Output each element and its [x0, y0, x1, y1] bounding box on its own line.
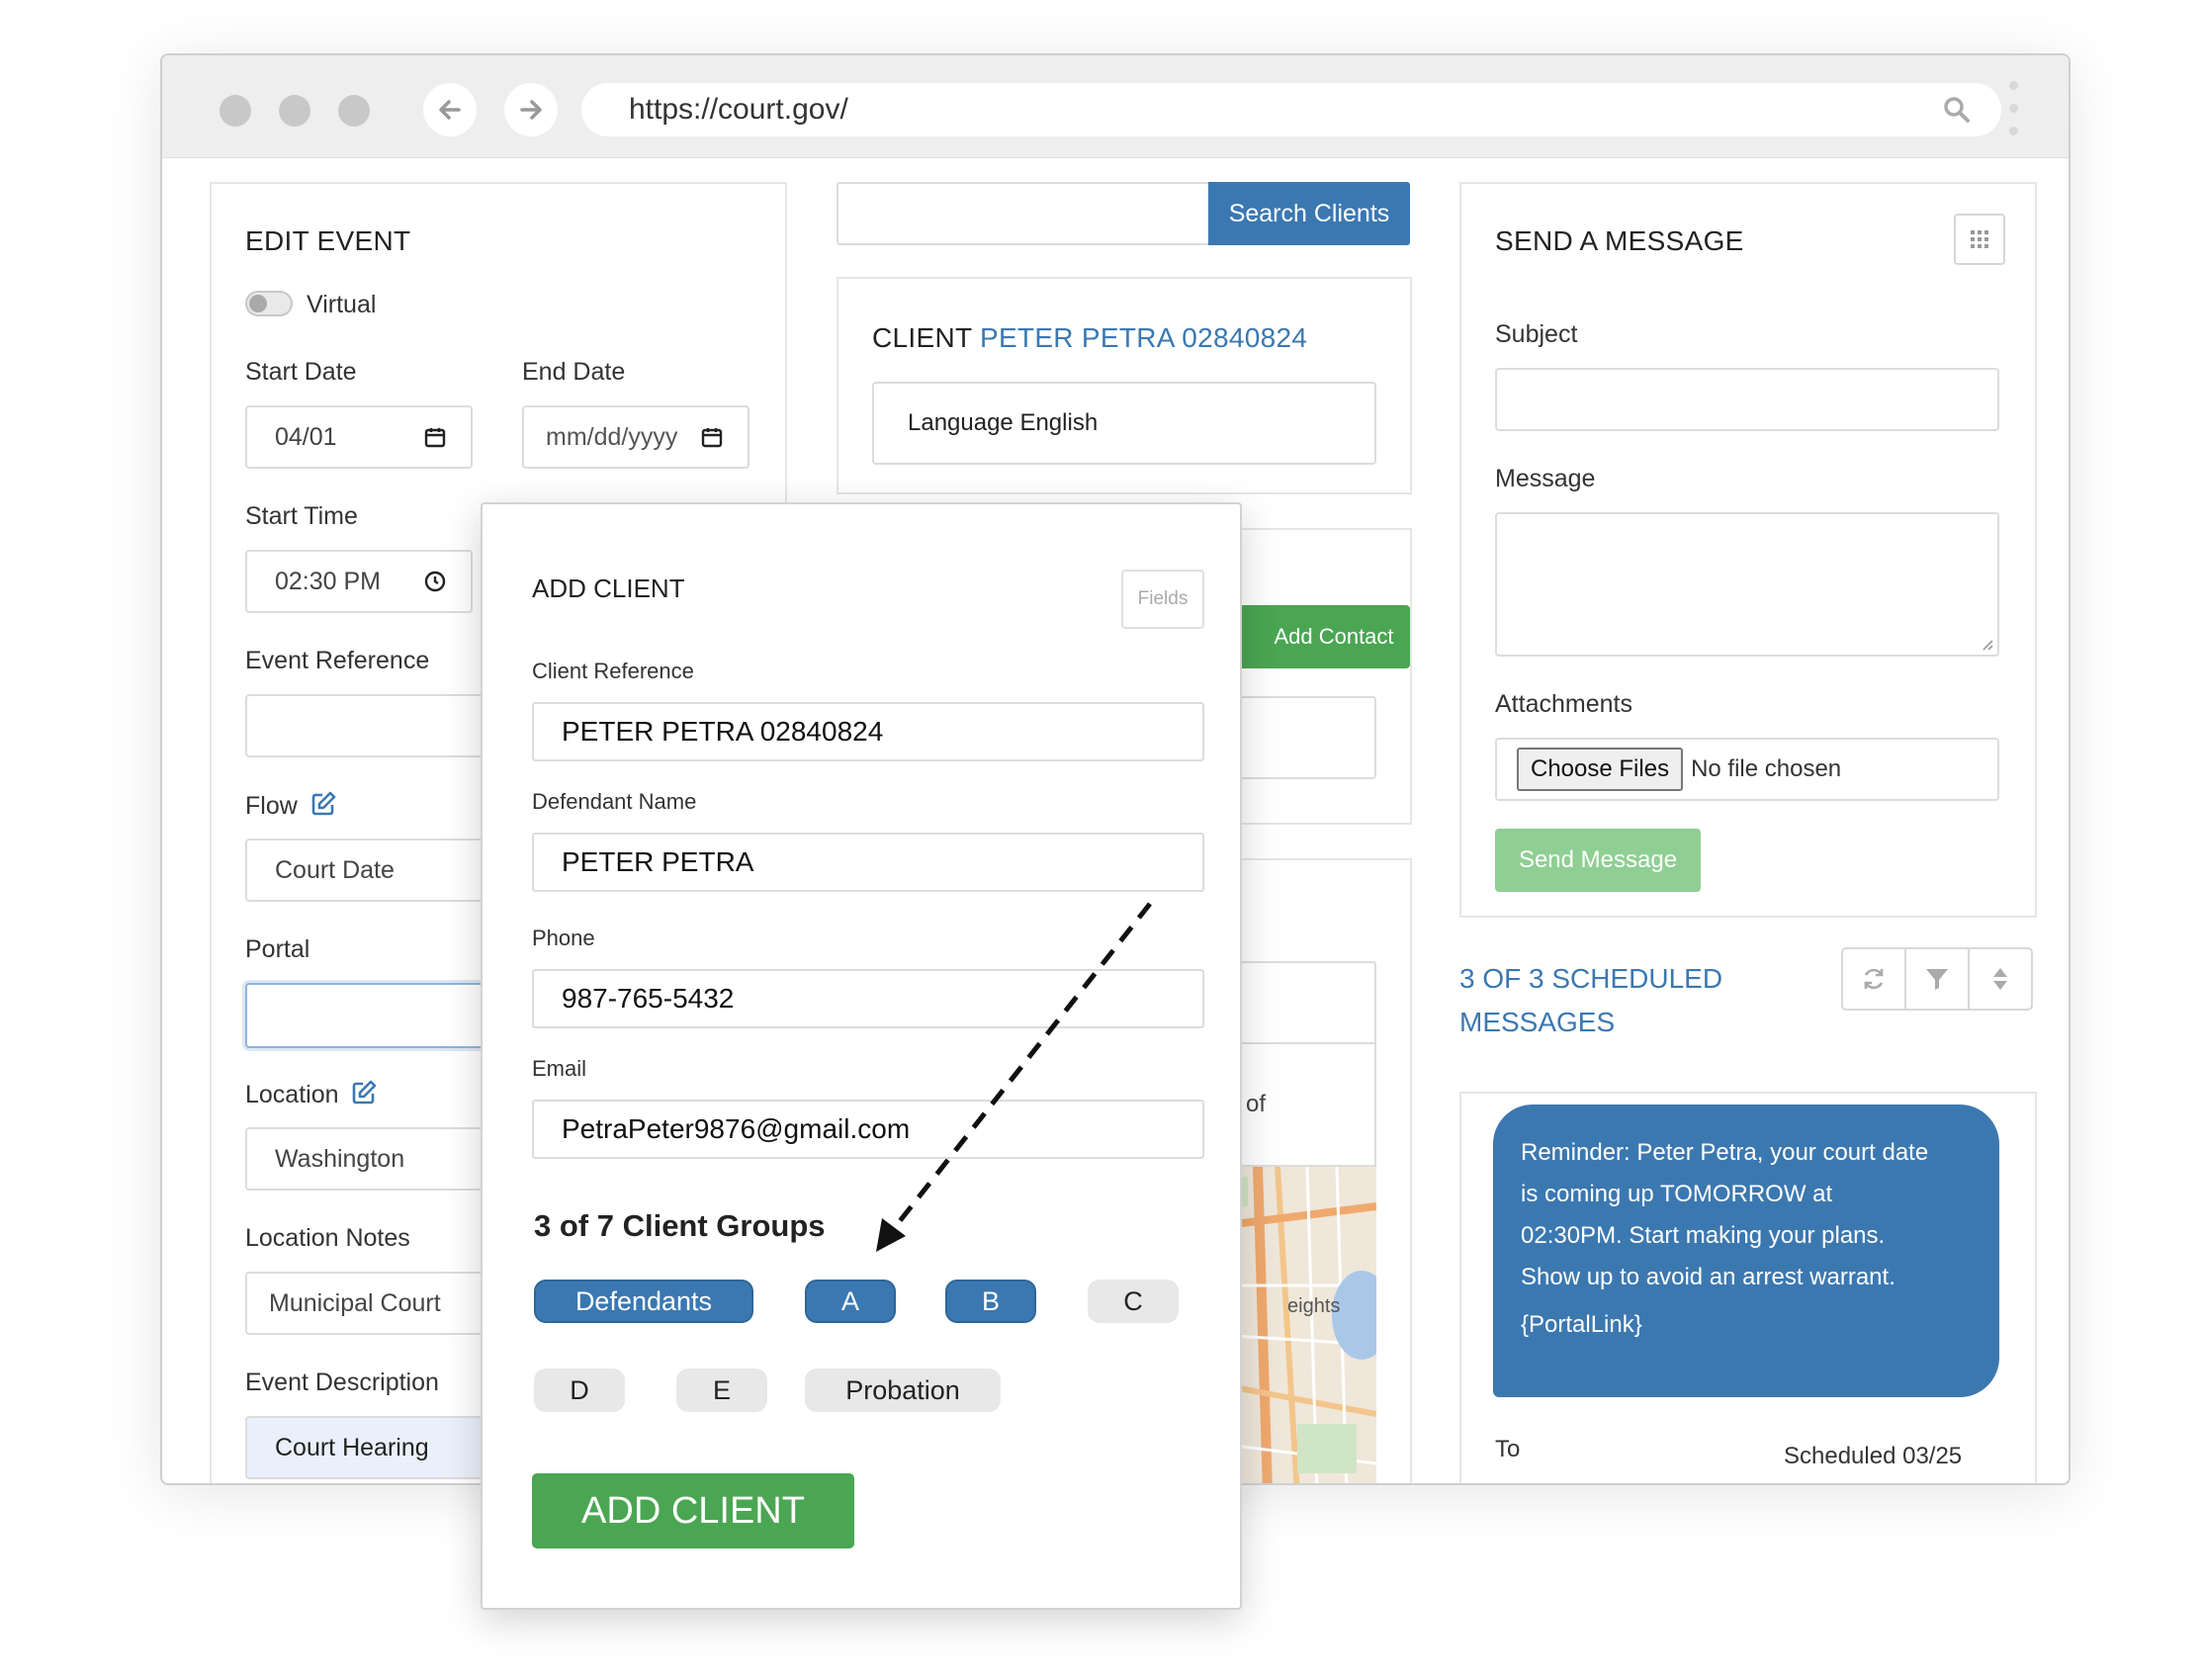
edit-icon[interactable]: [310, 791, 336, 824]
send-message-title: SEND A MESSAGE: [1495, 225, 1744, 256]
message-label: Message: [1495, 465, 1596, 492]
map-label: eights: [1287, 1295, 1341, 1317]
start-date-value: 04/01: [275, 422, 337, 451]
window-minimize-dot[interactable]: [279, 95, 310, 127]
scheduled-time: 2:30 PM EDT in 7: [1784, 1477, 1971, 1483]
grid-icon[interactable]: [1954, 214, 2005, 265]
scheduled-message-bubble[interactable]: Reminder: Peter Petra, your court date i…: [1493, 1105, 1999, 1397]
subject-label: Subject: [1495, 320, 1578, 348]
client-label: CLIENT: [872, 322, 972, 353]
browser-menu-icon[interactable]: [2007, 81, 2019, 140]
clock-icon[interactable]: [423, 570, 447, 600]
virtual-label: Virtual: [307, 291, 377, 318]
end-date-placeholder: mm/dd/yyyy: [546, 422, 678, 451]
flow-label: Flow: [245, 791, 336, 824]
add-contact-label: Add Contact: [1274, 624, 1394, 649]
add-client-modal: ADD CLIENT Fields Client Reference PETER…: [481, 502, 1242, 1610]
location-label-text: Location: [245, 1081, 339, 1109]
edit-event-title: EDIT EVENT: [245, 225, 411, 256]
scheduled-date: Scheduled 03/25: [1784, 1443, 1963, 1469]
message-textarea[interactable]: [1495, 512, 1999, 657]
client-name-link[interactable]: PETER PETRA 02840824: [980, 322, 1307, 353]
portal-link-token: {PortalLink}: [1521, 1311, 1642, 1338]
client-search-input[interactable]: [837, 182, 1214, 245]
to-label: To: [1495, 1436, 1521, 1462]
virtual-toggle[interactable]: [245, 291, 293, 316]
sort-icon[interactable]: [1970, 949, 2031, 1009]
window-maximize-dot[interactable]: [338, 95, 370, 127]
location-label: Location: [245, 1080, 377, 1112]
search-clients-button[interactable]: Search Clients: [1208, 182, 1410, 245]
no-file-text: No file chosen: [1691, 755, 1842, 782]
attachments-input: Choose Files No file chosen: [1495, 738, 1999, 801]
scheduled-heading-line: MESSAGES: [1459, 1007, 1616, 1037]
flow-value: Court Date: [275, 855, 395, 884]
language-value: Language English: [908, 409, 1099, 436]
calendar-icon[interactable]: [700, 425, 724, 456]
attachments-label: Attachments: [1495, 690, 1632, 718]
edit-icon[interactable]: [351, 1080, 377, 1112]
forward-arrow-icon[interactable]: [504, 83, 558, 136]
scheduled-toolbar: [1841, 947, 2033, 1011]
location-notes-label: Location Notes: [245, 1224, 410, 1252]
scheduled-info: Scheduled 03/25 2:30 PM EDT in 7: [1784, 1436, 1971, 1483]
calendar-icon[interactable]: [423, 425, 447, 456]
scheduled-messages-heading: 3 OF 3 SCHEDULED MESSAGES: [1459, 957, 1722, 1044]
location-notes-value: Municipal Court: [269, 1288, 441, 1317]
search-icon[interactable]: [1942, 95, 1972, 133]
language-field: Language English: [872, 382, 1376, 465]
url-text: https://court.gov/: [629, 93, 848, 126]
start-date-input[interactable]: 04/01: [245, 405, 473, 469]
bubble-line: Reminder: Peter Petra, your court date: [1521, 1139, 1929, 1166]
bubble-line: 02:30PM. Start making your plans.: [1521, 1222, 1886, 1249]
end-date-label: End Date: [522, 358, 626, 386]
partial-text: of: [1245, 1091, 1266, 1117]
back-arrow-icon[interactable]: [423, 83, 477, 136]
bubble-line: Show up to avoid an arrest warrant.: [1521, 1264, 1895, 1290]
bubble-line: is coming up TOMORROW at: [1521, 1181, 1833, 1207]
flow-label-text: Flow: [245, 792, 298, 821]
event-description-label: Event Description: [245, 1369, 439, 1396]
annotation-arrow-icon: [876, 902, 1152, 1252]
filter-icon[interactable]: [1906, 949, 1970, 1009]
start-date-label: Start Date: [245, 358, 357, 386]
location-value: Washington: [275, 1144, 405, 1173]
browser-toolbar: https://court.gov/: [162, 55, 2069, 158]
portal-label: Portal: [245, 935, 310, 963]
start-time-input[interactable]: 02:30 PM: [245, 550, 473, 613]
refresh-icon[interactable]: [1843, 949, 1906, 1009]
start-time-label: Start Time: [245, 502, 358, 530]
event-reference-label: Event Reference: [245, 647, 430, 674]
end-date-input[interactable]: mm/dd/yyyy: [522, 405, 749, 469]
start-time-value: 02:30 PM: [275, 567, 382, 595]
event-description-value: Court Hearing: [275, 1433, 429, 1461]
choose-files-button[interactable]: Choose Files: [1517, 748, 1684, 791]
send-message-button[interactable]: Send Message: [1495, 829, 1701, 892]
client-heading: CLIENT PETER PETRA 02840824: [872, 322, 1307, 354]
subject-input[interactable]: [1495, 368, 1999, 431]
window-close-dot[interactable]: [220, 95, 251, 127]
scheduled-heading-line: 3 OF 3 SCHEDULED: [1459, 963, 1723, 994]
address-bar[interactable]: https://court.gov/: [581, 83, 2001, 136]
